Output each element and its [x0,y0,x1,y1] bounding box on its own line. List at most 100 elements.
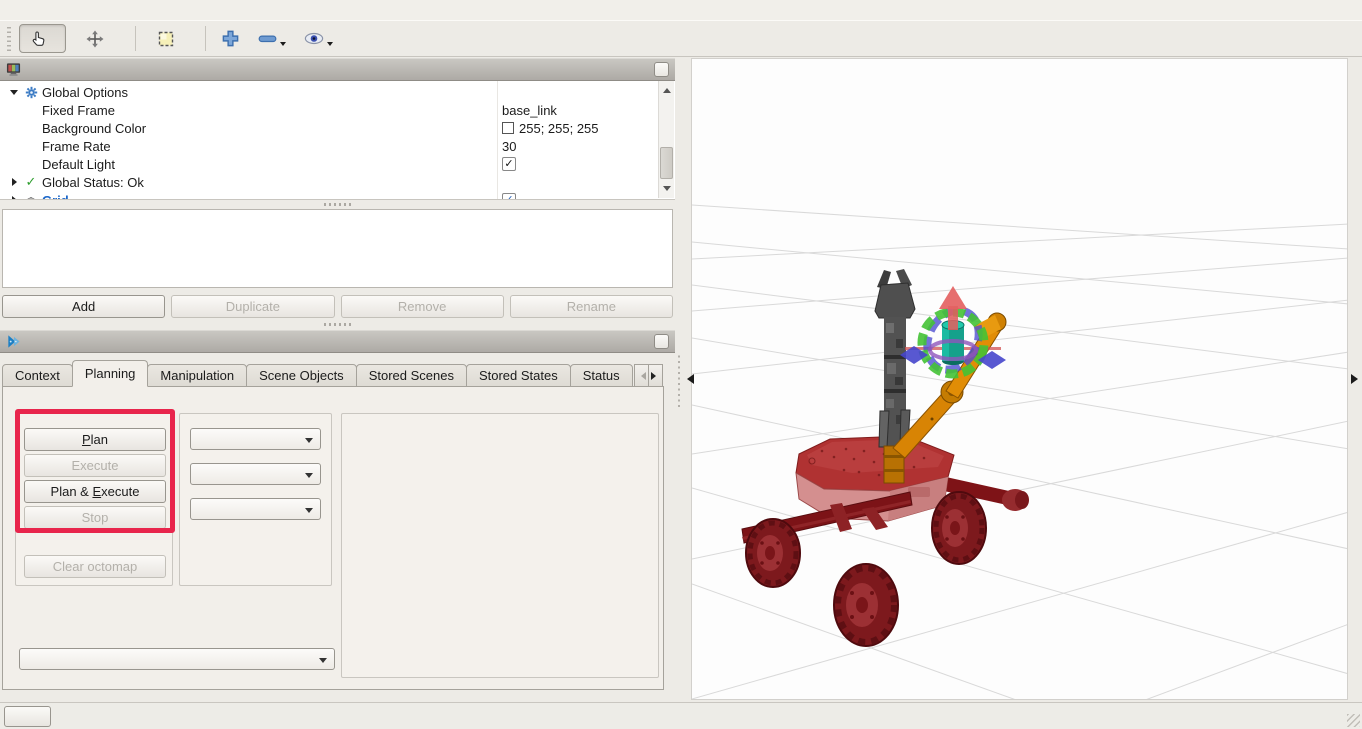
displays-panel-button[interactable] [654,62,669,77]
tree-row-label: Background Color [42,121,146,136]
select-tool-button[interactable] [146,24,193,53]
splitter-handle[interactable] [0,320,675,328]
tree-row[interactable]: Global Options [0,83,675,101]
tree-row-value[interactable]: ✓ [502,157,516,171]
tree-row-value[interactable]: ✓ [502,193,516,200]
tree-row-label: Global Options [42,85,128,100]
move-arrows-icon [86,30,104,48]
tab-scroll-buttons [635,364,663,387]
gear-icon [22,86,40,99]
expander-icon[interactable] [6,178,22,186]
menu-help[interactable] [40,8,58,12]
tab-scene-objects[interactable]: Scene Objects [246,364,357,387]
tab-scroll-right[interactable] [648,364,663,387]
menu-panels[interactable] [22,8,40,12]
remove-button: Remove [341,295,504,318]
duplicate-button: Duplicate [171,295,334,318]
tree-row-value[interactable]: 30 [502,139,516,154]
tab-manipulation[interactable]: Manipulation [147,364,247,387]
execute-button: Execute [24,454,166,477]
splitter-handle[interactable] [0,200,675,208]
menu-bar [0,0,1362,20]
tree-row[interactable]: ✓Global Status: Ok [0,173,675,191]
tree-row-label: Default Light [42,157,115,172]
displays-panel-header[interactable] [0,58,675,81]
minus-icon [258,29,277,48]
plus-icon [221,29,240,48]
render-view[interactable] [691,58,1348,700]
tab-planning[interactable]: Planning [72,360,149,387]
hand-pointer-icon [31,30,47,47]
visibility-button[interactable] [299,27,338,51]
wheel-front-left [746,519,800,587]
wheel-rear-left [834,564,898,646]
path-constraints-combo[interactable] [19,648,335,670]
planning-group-combo[interactable] [190,428,321,450]
tree-row[interactable]: Frame Rate 30 [0,137,675,155]
tree-row-value[interactable]: base_link [502,103,557,118]
reset-button[interactable] [4,706,51,727]
displays-buttons: Add Duplicate Remove Rename [2,295,673,319]
tree-row-label: Frame Rate [42,139,111,154]
motionplanning-panel-header[interactable] [0,330,675,353]
tree-row[interactable]: Grid ✓ [0,191,675,200]
clear-octomap-button: Clear octomap [24,555,166,578]
row-checkbox[interactable]: ✓ [502,193,516,200]
displays-icon [6,62,21,77]
toolbar-drag-handle[interactable] [7,27,11,51]
motionplanning-panel-button[interactable] [654,334,669,349]
options-group [341,413,659,678]
move-camera-tool-button[interactable] [74,24,123,53]
tree-row-value[interactable]: 255; 255; 255 [502,121,599,136]
displays-scrollbar[interactable] [658,81,674,198]
tree-row[interactable]: Default Light ✓ [0,155,675,173]
zoom-out-button[interactable] [253,27,291,51]
toolbar-separator [205,26,206,51]
tree-row-label: Grid [42,193,69,201]
interact-tool-button[interactable] [19,24,66,53]
selection-box-icon [158,31,174,47]
stop-button: Stop [24,506,166,529]
scrollbar-thumb[interactable] [660,147,673,179]
eye-icon [304,29,324,48]
goal-state-combo[interactable] [190,498,321,520]
tab-stored-scenes[interactable]: Stored Scenes [356,364,467,387]
panel-collapse-dots [678,353,680,407]
row-checkbox[interactable]: ✓ [502,157,516,171]
scroll-down-icon[interactable] [659,183,674,198]
description-area [2,209,673,288]
add-button[interactable]: Add [2,295,165,318]
query-group [179,413,332,586]
planning-tab-content: Plan Execute Plan & Execute Stop Clear octom… [2,386,664,690]
expander-icon[interactable] [6,86,22,99]
wheel-front-right [932,492,986,564]
tree-row[interactable]: Background Color 255; 255; 255 [0,119,675,137]
plan-button[interactable]: Plan [24,428,166,451]
tab-status[interactable]: Status [570,364,633,387]
dropdown-caret-icon [280,42,286,49]
rename-button: Rename [510,295,673,318]
plan-execute-button[interactable]: Plan & Execute [24,480,166,503]
grid-floor [692,205,1347,699]
tab-scroll-left [634,364,649,387]
collapse-right-icon[interactable] [1351,374,1362,384]
collapse-left-icon[interactable] [682,374,694,384]
scroll-up-icon[interactable] [659,81,674,96]
start-state-combo[interactable] [190,463,321,485]
status-ok-icon: ✓ [22,174,40,190]
tree-row[interactable]: Fixed Frame base_link [0,101,675,119]
tree-row-label: Fixed Frame [42,103,115,118]
rviz-window: Global OptionsFixed Framebase_linkBackgr… [0,0,1362,729]
tab-stored-states[interactable]: Stored States [466,364,571,387]
tab-context[interactable]: Context [2,364,73,387]
displays-tree: Global OptionsFixed Framebase_linkBackgr… [0,81,675,200]
tree-row-label: Global Status: Ok [42,175,144,190]
color-swatch[interactable] [502,122,514,134]
menu-file[interactable] [4,8,22,12]
commands-group: Plan Execute Plan & Execute Stop Clear octom… [15,413,173,586]
dropdown-caret-icon [327,42,333,49]
zoom-in-button[interactable] [216,27,245,50]
resize-grip[interactable] [1347,714,1360,727]
toolbar [0,20,1362,57]
status-bar [0,702,1362,729]
